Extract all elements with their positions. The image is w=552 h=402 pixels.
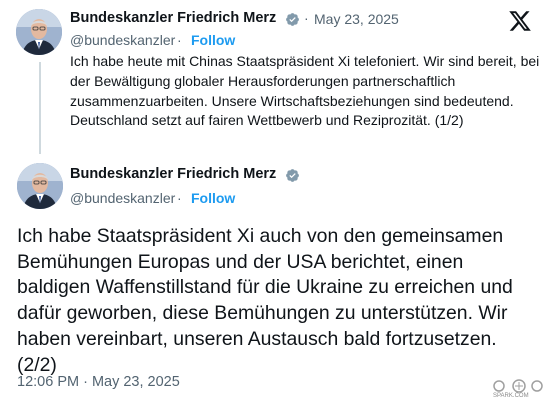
verified-badge-icon <box>286 13 299 26</box>
author-avatar[interactable] <box>17 163 63 209</box>
tweet-text: Ich habe Staatspräsident Xi auch von den… <box>17 225 513 376</box>
separator-dot: · <box>304 10 309 26</box>
follow-button[interactable]: Follow <box>191 190 235 206</box>
verified-badge-icon <box>286 169 299 182</box>
tweet-timestamp[interactable]: 12:06 PM · May 23, 2025 <box>17 374 180 390</box>
tweet-date[interactable]: May 23, 2025 <box>314 11 399 27</box>
watermark-text: SPARK.COM <box>493 393 529 399</box>
follow-button[interactable]: Follow <box>191 32 235 48</box>
author-handle[interactable]: @bundeskanzler <box>70 32 175 48</box>
author-name[interactable]: Bundeskanzler Friedrich Merz <box>70 10 276 26</box>
thread-connector <box>39 62 41 154</box>
separator-dot: · <box>177 32 182 48</box>
x-logo-icon[interactable] <box>508 9 532 33</box>
author-name[interactable]: Bundeskanzler Friedrich Merz <box>70 166 276 182</box>
tweet-text: Ich habe heute mit Chinas Staatspräsiden… <box>70 53 540 129</box>
author-handle[interactable]: @bundeskanzler <box>70 190 175 206</box>
author-avatar[interactable] <box>16 9 62 55</box>
tweet-thread: Bundeskanzler Friedrich Merz · May 23, 2… <box>0 0 552 402</box>
separator-dot: · <box>177 190 182 206</box>
